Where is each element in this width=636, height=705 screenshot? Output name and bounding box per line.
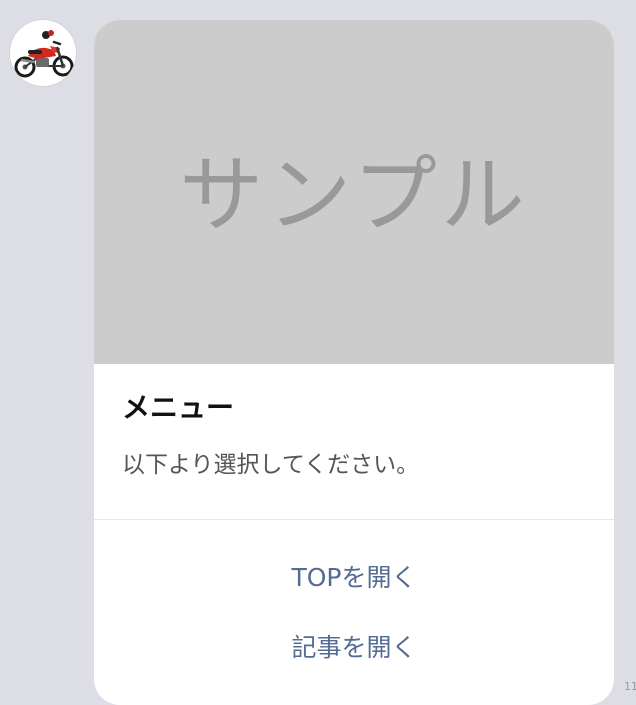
open-article-button[interactable]: 記事を開く [94, 623, 614, 673]
hero-sample-text: サンプル [179, 146, 529, 244]
card-divider [94, 519, 614, 520]
card-title: メニュー [122, 391, 235, 424]
open-top-button[interactable]: TOPを開く [94, 553, 614, 603]
hero-image[interactable]: サンプル [94, 20, 614, 364]
message-timestamp: 11 [624, 680, 636, 693]
motorcycle-icon [14, 30, 74, 78]
sender-avatar[interactable] [10, 20, 76, 86]
card-description: 以下より選択してください。 [122, 452, 420, 478]
flex-message-card: サンプル メニュー 以下より選択してください。 TOPを開く 記事を開く [94, 20, 614, 705]
card-body: メニュー 以下より選択してください。 [122, 388, 592, 482]
